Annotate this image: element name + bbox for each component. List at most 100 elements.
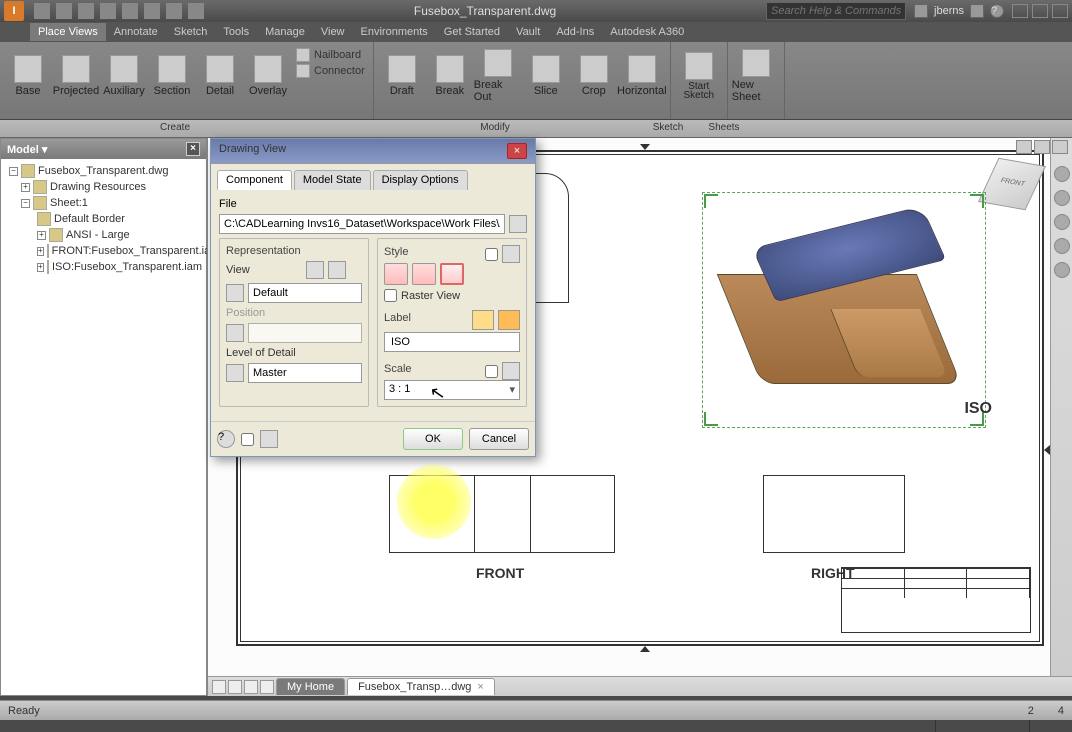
- username[interactable]: jberns: [934, 5, 964, 17]
- tab-display-options[interactable]: Display Options: [373, 170, 468, 190]
- doc-close-button[interactable]: [1052, 140, 1068, 154]
- exchange-icon[interactable]: [970, 4, 984, 18]
- orient-arrow-bottom-icon[interactable]: [640, 646, 650, 652]
- auxiliary-button[interactable]: Auxiliary: [100, 46, 148, 106]
- view-select[interactable]: Default: [248, 283, 362, 303]
- zoom-icon[interactable]: [1054, 214, 1070, 230]
- collapse-icon[interactable]: −: [21, 199, 30, 208]
- cancel-button[interactable]: Cancel: [469, 428, 529, 450]
- tab-addins[interactable]: Add-Ins: [548, 23, 602, 41]
- style-shaded-icon[interactable]: [440, 263, 464, 285]
- tree-ansi-large[interactable]: +ANSI - Large: [5, 227, 202, 243]
- tab-place-views[interactable]: Place Views: [30, 23, 106, 41]
- tree-drawing-resources[interactable]: +Drawing Resources: [5, 179, 202, 195]
- draft-button[interactable]: Draft: [378, 46, 426, 106]
- tab-nav-prev-icon[interactable]: [228, 680, 242, 694]
- qat-save-icon[interactable]: [78, 3, 94, 19]
- style-nohidden-icon[interactable]: [412, 263, 436, 285]
- qat-undo-icon[interactable]: [100, 3, 116, 19]
- search-input[interactable]: [766, 2, 906, 20]
- crop-button[interactable]: Crop: [570, 46, 618, 106]
- app-logo[interactable]: I: [4, 1, 24, 21]
- scale-select[interactable]: 3 : 1: [384, 380, 520, 400]
- view-assoc-icon[interactable]: [306, 261, 324, 279]
- style-inherit-checkbox[interactable]: [485, 248, 498, 261]
- dialog-help-icon[interactable]: ?: [217, 430, 235, 448]
- label-edit-button[interactable]: [498, 310, 520, 330]
- doc-maximize-button[interactable]: [1034, 140, 1050, 154]
- title-block[interactable]: [841, 567, 1031, 633]
- projected-button[interactable]: Projected: [52, 46, 100, 106]
- tab-sketch[interactable]: Sketch: [166, 23, 216, 41]
- label-input[interactable]: [384, 332, 520, 352]
- file-path-input[interactable]: [219, 214, 505, 234]
- lookat-icon[interactable]: [1054, 262, 1070, 278]
- view-options-icon[interactable]: [328, 261, 346, 279]
- iso-view-preview[interactable]: ISO: [704, 194, 984, 426]
- qat-redo-icon[interactable]: [122, 3, 138, 19]
- tab-close-icon[interactable]: ×: [477, 681, 483, 693]
- doc-minimize-button[interactable]: [1016, 140, 1032, 154]
- dialog-titlebar[interactable]: Drawing View ×: [211, 139, 535, 164]
- expand-icon[interactable]: +: [21, 183, 30, 192]
- base-button[interactable]: Base: [4, 46, 52, 106]
- orbit-icon[interactable]: [1054, 238, 1070, 254]
- qat-new-icon[interactable]: [34, 3, 50, 19]
- nailboard-button[interactable]: Nailboard: [296, 48, 365, 62]
- raster-checkbox[interactable]: [384, 289, 397, 302]
- dialog-close-button[interactable]: ×: [507, 143, 527, 159]
- right-view-geometry[interactable]: [763, 475, 905, 553]
- overlay-button[interactable]: Overlay: [244, 46, 292, 106]
- label-visibility-button[interactable]: [472, 310, 494, 330]
- scale-link-icon[interactable]: [502, 362, 520, 380]
- collapse-icon[interactable]: −: [9, 167, 18, 176]
- close-button[interactable]: [1052, 4, 1068, 18]
- tab-tools[interactable]: Tools: [215, 23, 257, 41]
- pan-icon[interactable]: [1054, 190, 1070, 206]
- detail-button[interactable]: Detail: [196, 46, 244, 106]
- minimize-button[interactable]: [1012, 4, 1028, 18]
- section-button[interactable]: Section: [148, 46, 196, 106]
- tab-manage[interactable]: Manage: [257, 23, 313, 41]
- new-sheet-button[interactable]: New Sheet: [732, 46, 780, 106]
- qat-home-icon[interactable]: [166, 3, 182, 19]
- break-button[interactable]: Break: [426, 46, 474, 106]
- style-link-icon[interactable]: [502, 245, 520, 263]
- help-icon[interactable]: ?: [990, 4, 1004, 18]
- tab-document[interactable]: Fusebox_Transp…dwg×: [347, 678, 495, 695]
- qat-open-icon[interactable]: [56, 3, 72, 19]
- tree-iso-view[interactable]: +ISO:Fusebox_Transparent.iam: [5, 259, 202, 275]
- tab-annotate[interactable]: Annotate: [106, 23, 166, 41]
- nav-wheel-icon[interactable]: [1054, 166, 1070, 182]
- tab-component[interactable]: Component: [217, 170, 292, 190]
- horizontal-button[interactable]: Horizontal: [618, 46, 666, 106]
- tree-front-view[interactable]: +FRONT:Fusebox_Transparent.iam: [5, 243, 202, 259]
- signin-icon[interactable]: [914, 4, 928, 18]
- view-rep-icon[interactable]: [226, 284, 244, 302]
- file-browse-button[interactable]: [509, 215, 527, 233]
- tree-default-border[interactable]: Default Border: [5, 211, 202, 227]
- qat-print-icon[interactable]: [144, 3, 160, 19]
- scale-inherit-checkbox[interactable]: [485, 365, 498, 378]
- dialog-orient-icon[interactable]: [260, 430, 278, 448]
- expand-icon[interactable]: +: [37, 231, 46, 240]
- slice-button[interactable]: Slice: [522, 46, 570, 106]
- tab-environments[interactable]: Environments: [353, 23, 436, 41]
- start-sketch-button[interactable]: Start Sketch: [675, 46, 723, 106]
- tree-root[interactable]: −Fusebox_Transparent.dwg: [5, 163, 202, 179]
- front-view-geometry[interactable]: [389, 475, 615, 553]
- connector-button[interactable]: Connector: [296, 64, 365, 78]
- maximize-button[interactable]: [1032, 4, 1048, 18]
- browser-close-button[interactable]: ×: [186, 142, 200, 156]
- expand-icon[interactable]: +: [37, 247, 44, 256]
- expand-icon[interactable]: +: [37, 263, 44, 272]
- ok-button[interactable]: OK: [403, 428, 463, 450]
- tab-a360[interactable]: Autodesk A360: [602, 23, 692, 41]
- qat-more-icon[interactable]: [188, 3, 204, 19]
- tab-view[interactable]: View: [313, 23, 353, 41]
- browser-header[interactable]: Model ▾ ×: [1, 139, 206, 159]
- lod-select[interactable]: Master: [248, 363, 362, 383]
- tree-sheet[interactable]: −Sheet:1: [5, 195, 202, 211]
- style-hidden-icon[interactable]: [384, 263, 408, 285]
- breakout-button[interactable]: Break Out: [474, 46, 522, 106]
